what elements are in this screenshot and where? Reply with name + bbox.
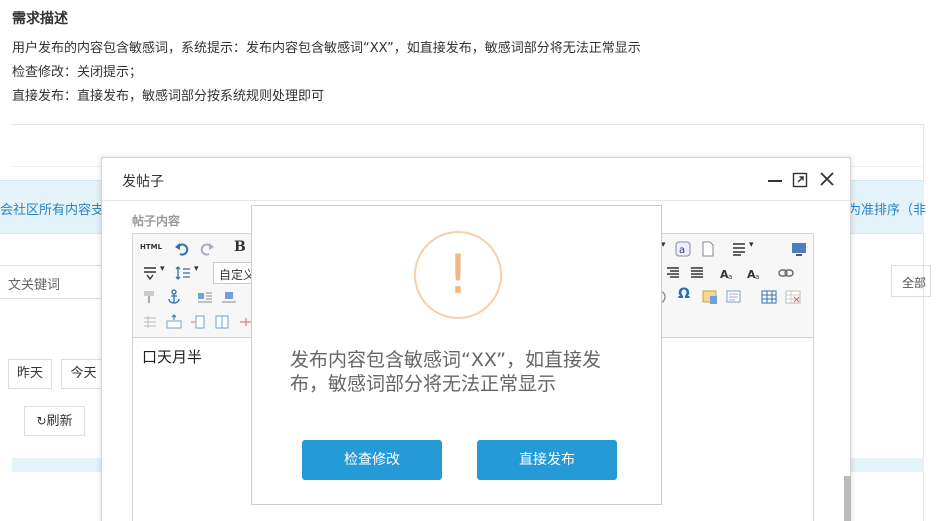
bold-button[interactable]: B (234, 239, 246, 255)
paragraph-spacing-icon[interactable] (142, 265, 158, 281)
html-source-button[interactable]: HTML (140, 243, 162, 251)
insert-col-icon[interactable] (190, 314, 206, 330)
lowercase-icon[interactable]: Aa (746, 265, 762, 281)
insert-file-icon[interactable] (726, 289, 742, 305)
refresh-label: 刷新 (46, 414, 73, 429)
requirement-notes: 需求描述 用户发布的内容包含敏感词，系统提示：发布内容包含敏感词“XX”，如直接… (12, 7, 641, 109)
format-painter-icon[interactable] (142, 289, 158, 305)
caret-down-icon[interactable]: ▾ (749, 240, 754, 250)
background-notice-text-left: 会社区所有内容支 (0, 203, 105, 218)
today-button[interactable]: 今天 (61, 359, 106, 389)
svg-text:a: a (755, 273, 759, 281)
line-height-icon[interactable] (731, 241, 747, 257)
maximize-icon[interactable] (792, 172, 808, 188)
alert-message: 发布内容包含敏感词“XX”，如直接发布，敏感词部分将无法正常显示 (290, 349, 601, 395)
refresh-icon: ↻ (36, 414, 47, 428)
refresh-button[interactable]: ↻刷新 (24, 406, 85, 436)
background-notice-text-right: 为准排序（非 (848, 203, 927, 218)
merge-cells-icon[interactable] (214, 314, 230, 330)
warning-icon: ! (414, 231, 502, 319)
insert-image-icon[interactable] (702, 289, 718, 305)
caret-down-icon[interactable]: ▾ (194, 264, 199, 274)
image-left-icon[interactable] (197, 289, 213, 305)
post-dialog-title: 发帖子 (122, 174, 164, 190)
editor-content[interactable]: 口天月半 (142, 346, 202, 367)
close-icon[interactable] (818, 170, 836, 188)
background-all-select[interactable]: 全部 (891, 265, 931, 297)
image-center-icon[interactable] (221, 289, 237, 305)
list-spacing-icon[interactable] (175, 265, 191, 281)
preview-icon[interactable] (791, 241, 807, 257)
align-right-icon[interactable] (665, 265, 681, 281)
anchor-icon[interactable] (166, 289, 182, 305)
post-dialog-header: 发帖子 (102, 158, 850, 201)
requirement-title: 需求描述 (12, 11, 68, 27)
caret-down-icon[interactable]: ▾ (160, 264, 165, 274)
publish-directly-button[interactable]: 直接发布 (477, 440, 617, 480)
undo-icon[interactable] (174, 241, 190, 257)
svg-text:a: a (728, 273, 732, 281)
link-icon[interactable] (778, 265, 794, 281)
anchor-a-icon[interactable]: a (675, 241, 691, 257)
uppercase-icon[interactable]: Aa (719, 265, 735, 281)
post-content-label: 帖子内容 (132, 214, 181, 228)
background-keyword-input[interactable]: 文关键词 (0, 265, 102, 299)
table-row-icon[interactable] (142, 314, 158, 330)
requirement-line-1: 用户发布的内容包含敏感词，系统提示：发布内容包含敏感词“XX”，如直接发布，敏感… (12, 41, 641, 56)
warning-icon-glyph: ! (447, 243, 469, 306)
insert-table-icon[interactable] (761, 289, 777, 305)
check-edit-button[interactable]: 检查修改 (302, 440, 442, 480)
editor-scrollbar[interactable] (844, 476, 851, 521)
screen: 需求描述 用户发布的内容包含敏感词，系统提示：发布内容包含敏感词“XX”，如直接… (0, 0, 949, 521)
svg-text:a: a (679, 245, 685, 256)
minimize-icon[interactable] (768, 180, 782, 182)
delete-table-icon[interactable] (785, 289, 801, 305)
requirement-line-3: 直接发布：直接发布，敏感词部分按系统规则处理即可 (12, 89, 325, 104)
page-icon[interactable] (700, 241, 716, 257)
font-family-select[interactable]: 自定义 (213, 262, 253, 284)
align-justify-icon[interactable] (689, 265, 705, 281)
requirement-line-2: 检查修改：关闭提示； (12, 65, 143, 80)
insert-row-icon[interactable] (166, 314, 182, 330)
redo-icon[interactable] (199, 241, 215, 257)
sensitive-word-alert: ! 发布内容包含敏感词“XX”，如直接发布，敏感词部分将无法正常显示 检查修改 … (251, 205, 662, 505)
yesterday-button[interactable]: 昨天 (8, 359, 52, 389)
special-char-button[interactable]: Ω (678, 286, 690, 302)
